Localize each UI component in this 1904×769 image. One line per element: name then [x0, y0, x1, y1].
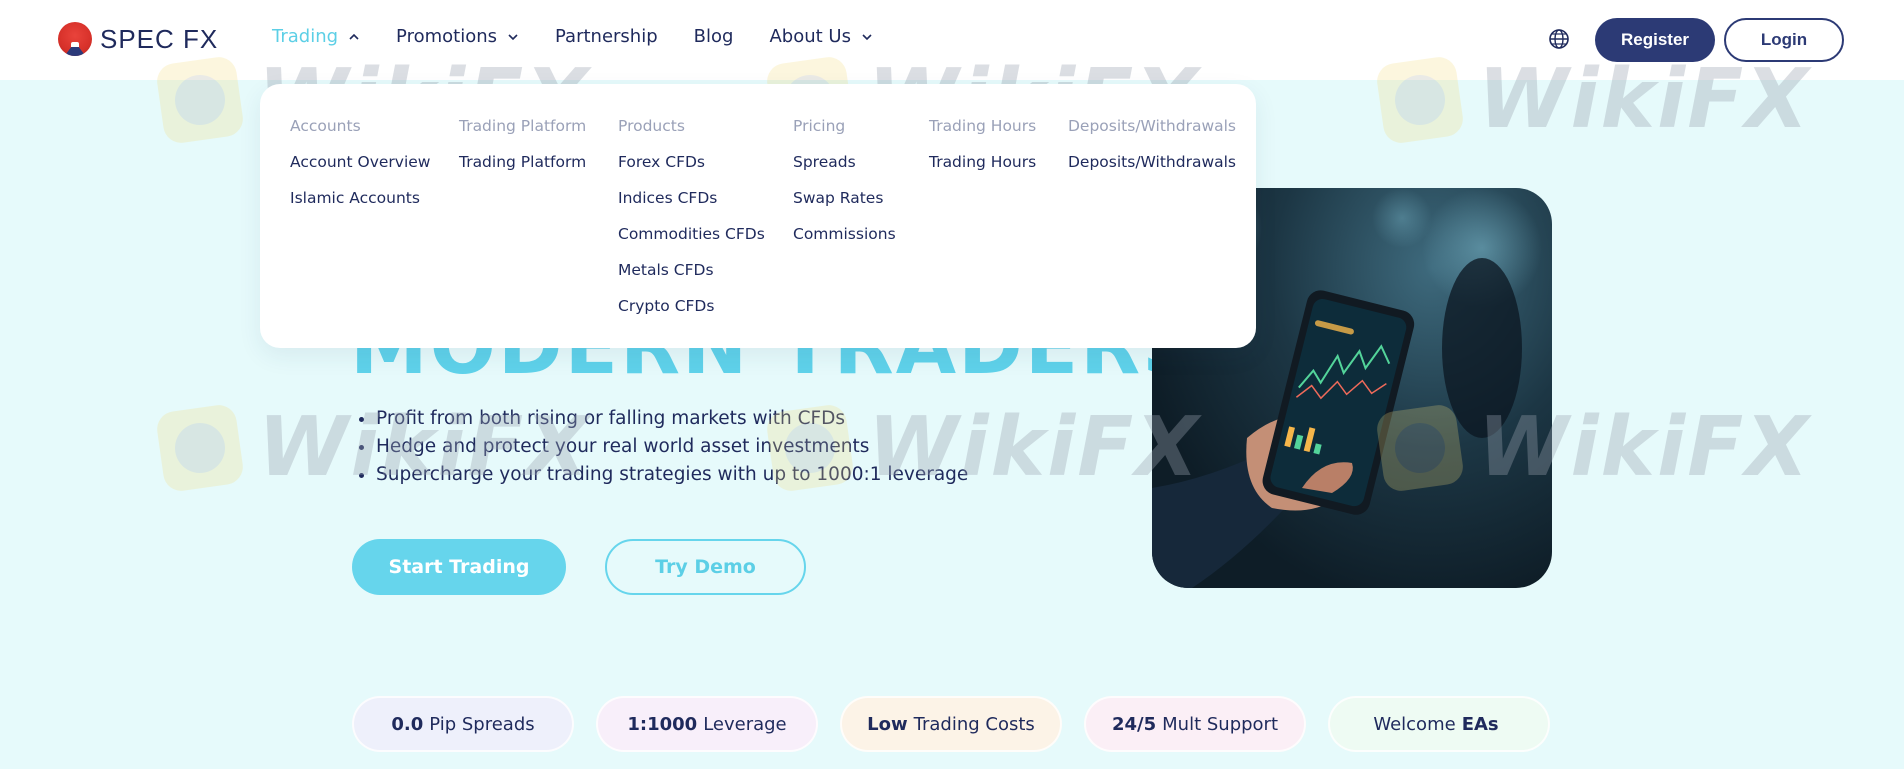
nav-label: Trading — [272, 26, 339, 47]
nav-item-about-us[interactable]: About Us — [769, 26, 873, 47]
feature-pill-eas: Welcome EAs — [1328, 696, 1550, 752]
feature-value: 0.0 — [391, 713, 424, 735]
feature-label: Leverage — [703, 713, 787, 735]
feature-value: EAs — [1461, 713, 1499, 735]
nav-item-blog[interactable]: Blog — [694, 26, 734, 47]
hero-bullet: Profit from both rising or falling marke… — [376, 405, 968, 433]
dropdown-heading: Pricing — [793, 117, 846, 135]
nav-label: Promotions — [396, 26, 498, 47]
nav-label: Partnership — [555, 26, 658, 47]
feature-pill-costs: Low Trading Costs — [840, 696, 1062, 752]
globe-icon[interactable] — [1548, 28, 1570, 50]
dropdown-column-products: Products Forex CFDs Indices CFDs Commodi… — [618, 116, 765, 332]
dropdown-column-accounts: Accounts Account Overview Islamic Accoun… — [290, 116, 430, 224]
nav-item-promotions[interactable]: Promotions — [396, 26, 519, 47]
logo[interactable]: SPEC FX — [58, 22, 218, 56]
dropdown-link-trading-hours[interactable]: Trading Hours — [929, 152, 1036, 188]
hero-bullet: Hedge and protect your real world asset … — [376, 433, 968, 461]
dropdown-link-deposits-withdrawals[interactable]: Deposits/Withdrawals — [1068, 152, 1236, 188]
dropdown-column-trading-hours: Trading Hours Trading Hours — [929, 116, 1036, 188]
dropdown-link-swap-rates[interactable]: Swap Rates — [793, 188, 896, 224]
logo-icon — [58, 22, 92, 56]
chevron-down-icon — [508, 33, 518, 40]
dropdown-link-metals-cfds[interactable]: Metals CFDs — [618, 260, 765, 296]
start-trading-button[interactable]: Start Trading — [352, 539, 566, 595]
hero-bullet: Supercharge your trading strategies with… — [376, 461, 968, 489]
feature-pill-spreads: 0.0 Pip Spreads — [352, 696, 574, 752]
nav-label: About Us — [769, 26, 851, 47]
site-header: SPEC FX Trading Promotions Partnership B… — [0, 0, 1904, 80]
chevron-down-icon — [862, 33, 872, 40]
feature-value: Low — [867, 713, 908, 735]
dropdown-column-pricing: Pricing Spreads Swap Rates Commissions — [793, 116, 896, 260]
dropdown-heading: Accounts — [290, 117, 361, 135]
feature-value: 1:1000 — [627, 713, 698, 735]
dropdown-link-forex-cfds[interactable]: Forex CFDs — [618, 152, 765, 188]
dropdown-heading: Products — [618, 117, 685, 135]
dropdown-column-deposits-withdrawals: Deposits/Withdrawals Deposits/Withdrawal… — [1068, 116, 1236, 188]
feature-label: Mult Support — [1162, 713, 1279, 735]
dropdown-link-indices-cfds[interactable]: Indices CFDs — [618, 188, 765, 224]
dropdown-link-account-overview[interactable]: Account Overview — [290, 152, 430, 188]
feature-label: Welcome — [1373, 713, 1456, 735]
feature-pills: 0.0 Pip Spreads 1:1000 Leverage Low Trad… — [352, 696, 1572, 752]
dropdown-link-commissions[interactable]: Commissions — [793, 224, 896, 260]
try-demo-button[interactable]: Try Demo — [605, 539, 806, 595]
nav-label: Blog — [693, 26, 734, 47]
nav-item-trading[interactable]: Trading — [272, 26, 360, 47]
feature-label: Pip Spreads — [429, 713, 535, 735]
dropdown-heading: Trading Hours — [929, 117, 1037, 135]
brand-name: SPEC FX — [100, 23, 219, 54]
dropdown-link-spreads[interactable]: Spreads — [793, 152, 896, 188]
dropdown-column-trading-platform: Trading Platform Trading Platform — [459, 116, 586, 188]
nav-item-partnership[interactable]: Partnership — [555, 26, 658, 47]
watermark-logo-icon — [154, 402, 246, 493]
feature-pill-support: 24/5 Mult Support — [1084, 696, 1306, 752]
feature-value: 24/5 — [1111, 713, 1157, 735]
chevron-up-icon — [349, 33, 359, 40]
feature-label: Trading Costs — [913, 713, 1035, 735]
dropdown-heading: Deposits/Withdrawals — [1068, 117, 1237, 135]
dropdown-link-trading-platform[interactable]: Trading Platform — [459, 152, 586, 188]
dropdown-link-islamic-accounts[interactable]: Islamic Accounts — [290, 188, 430, 224]
dropdown-heading: Trading Platform — [459, 117, 587, 135]
trading-dropdown-menu: Accounts Account Overview Islamic Accoun… — [260, 84, 1256, 348]
login-button[interactable]: Login — [1724, 18, 1844, 62]
dropdown-link-commodities-cfds[interactable]: Commodities CFDs — [618, 224, 765, 260]
dropdown-link-crypto-cfds[interactable]: Crypto CFDs — [618, 296, 765, 332]
hero-bullet-list: Profit from both rising or falling marke… — [352, 405, 968, 489]
feature-pill-leverage: 1:1000 Leverage — [596, 696, 818, 752]
register-button[interactable]: Register — [1595, 18, 1715, 62]
main-nav: Trading Promotions Partnership Blog Abou… — [272, 26, 909, 47]
